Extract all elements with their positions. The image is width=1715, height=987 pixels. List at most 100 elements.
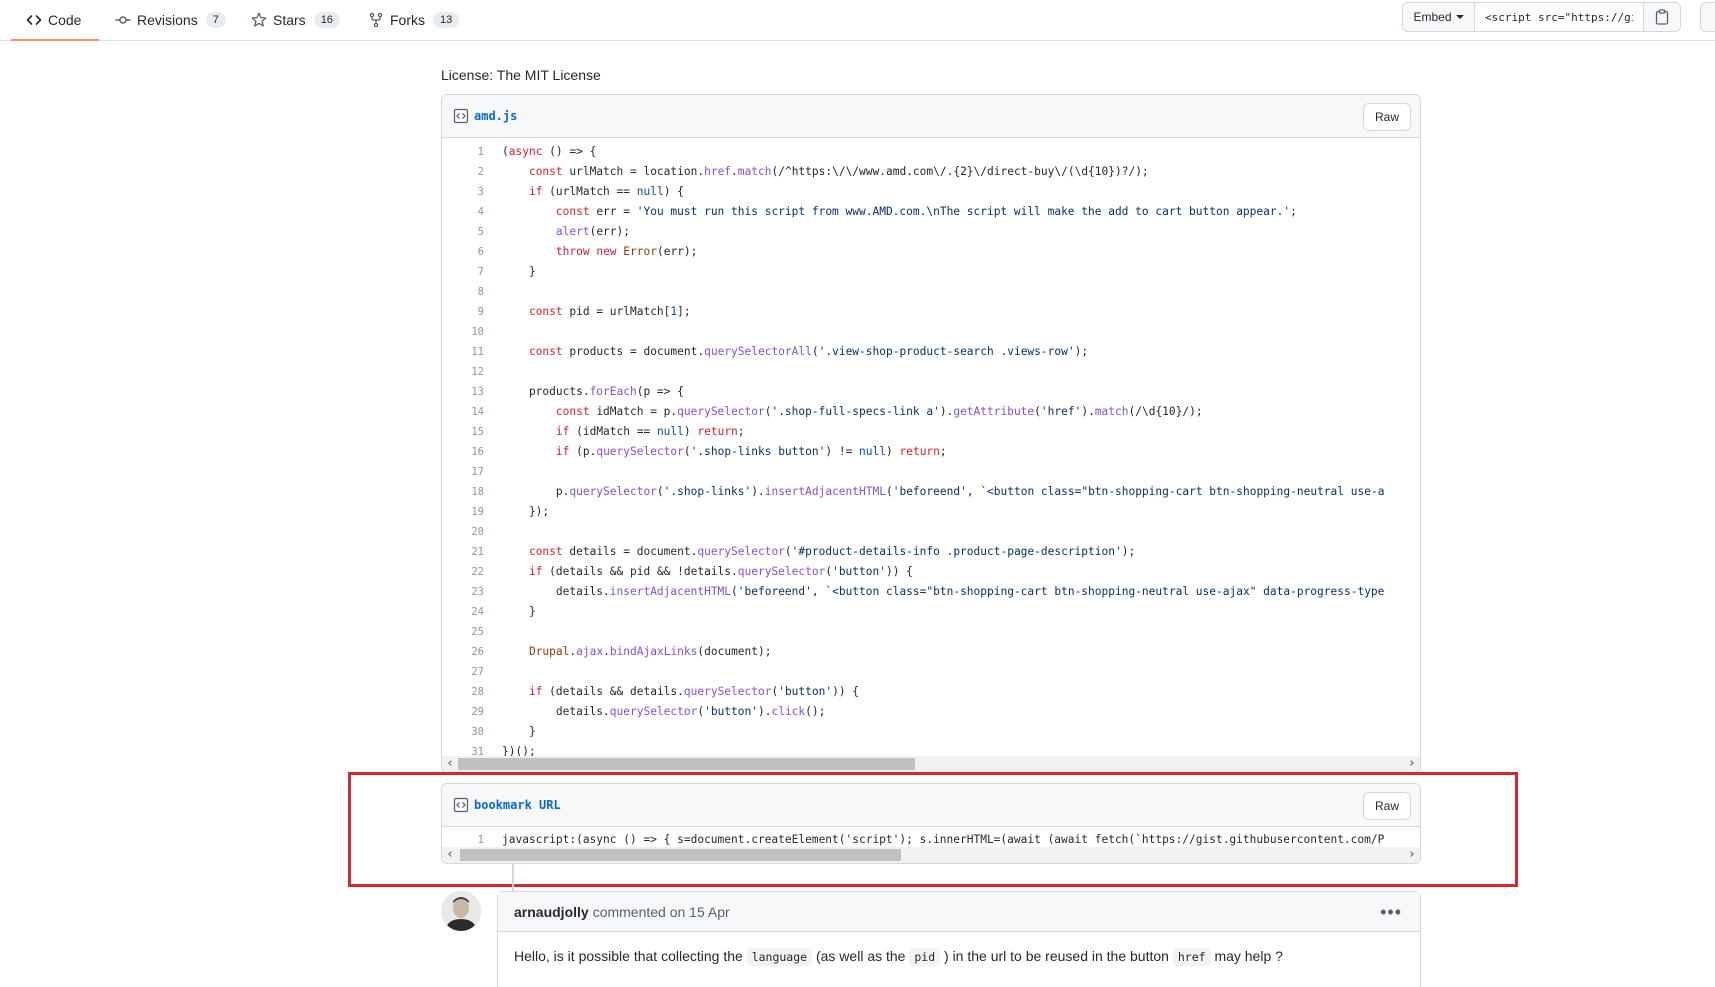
copy-button[interactable] — [1643, 3, 1680, 31]
comment-meta[interactable]: commented on 15 Apr — [593, 904, 730, 920]
line-number[interactable]: 19 — [442, 502, 484, 522]
line-content: const pid = urlMatch[1]; — [528, 305, 691, 318]
stars-count-badge: 16 — [313, 12, 340, 28]
raw-button[interactable]: Raw — [1363, 103, 1411, 131]
line-number[interactable]: 25 — [442, 622, 484, 642]
scroll-left-icon[interactable]: ‹ — [442, 756, 458, 772]
line-content — [484, 282, 502, 302]
forks-count-badge: 13 — [433, 12, 460, 28]
line-content: (async () => { — [502, 145, 597, 158]
comment-text: Hello, is it possible that collecting th… — [514, 948, 743, 964]
file-amd-js: amd.js Raw 1 (async () => { 2 const urlMat… — [441, 94, 1421, 773]
line-content: const idMatch = p.querySelector('.shop-f… — [555, 405, 1203, 418]
code-line: 2 const urlMatch = location.href.match(/… — [442, 162, 1420, 182]
code-line: 17 — [442, 462, 1420, 482]
line-number[interactable]: 21 — [442, 542, 484, 562]
line-content: throw new Error(err); — [555, 245, 698, 258]
code-line: 28 if (details && details.querySelector(… — [442, 682, 1420, 702]
code-line: 16 if (p.querySelector('.shop-links butt… — [442, 442, 1420, 462]
code-line: 18 p.querySelector('.shop-links').insert… — [442, 482, 1420, 502]
line-content: p.querySelector('.shop-links').insertAdj… — [502, 485, 1385, 498]
line-number[interactable]: 27 — [442, 662, 484, 682]
caret-down-icon — [1455, 15, 1464, 19]
embed-button-label: Embed — [1413, 10, 1452, 24]
tab-code[interactable]: Code — [11, 0, 99, 41]
code-line: 14 const idMatch = p.querySelector('.sho… — [442, 402, 1420, 422]
line-number[interactable]: 15 — [442, 422, 484, 442]
avatar[interactable] — [441, 891, 481, 931]
tab-revisions[interactable]: Revisions 7 — [115, 0, 226, 40]
code-line: 11 const products = document.querySelect… — [442, 342, 1420, 362]
code-line: 23 details.insertAdjacentHTML('beforeend… — [442, 582, 1420, 602]
code-line: 8 — [442, 282, 1420, 302]
kebab-menu-icon[interactable]: ••• — [1380, 902, 1402, 923]
line-content: products.forEach(p => { — [502, 385, 684, 398]
line-number[interactable]: 11 — [442, 342, 484, 362]
line-number[interactable]: 24 — [442, 602, 484, 622]
code-line: 3 if (urlMatch == null) { — [442, 182, 1420, 202]
line-number[interactable]: 12 — [442, 362, 484, 382]
line-number[interactable]: 29 — [442, 702, 484, 722]
code-line: 15 if (idMatch == null) return; — [442, 422, 1420, 442]
line-number[interactable]: 14 — [442, 402, 484, 422]
line-content: if (details && pid && !details.querySele… — [528, 565, 913, 578]
line-number[interactable]: 9 — [442, 302, 484, 322]
line-number[interactable]: 3 — [442, 182, 484, 202]
scrollbar-thumb[interactable] — [458, 758, 915, 770]
code-line: 7 } — [442, 262, 1420, 282]
line-number[interactable]: 18 — [442, 482, 484, 502]
line-number[interactable]: 13 — [442, 382, 484, 402]
embed-dropdown-button[interactable]: Embed — [1403, 3, 1475, 31]
tab-forks[interactable]: Forks 13 — [368, 0, 460, 40]
line-number[interactable]: 2 — [442, 162, 484, 182]
line-number[interactable]: 7 — [442, 262, 484, 282]
line-number[interactable]: 17 — [442, 462, 484, 482]
code-icon — [26, 14, 42, 25]
line-number[interactable]: 5 — [442, 222, 484, 242]
code-view: 1 (async () => { 2 const urlMatch = locati… — [442, 138, 1420, 762]
line-content — [484, 362, 502, 382]
line-content: alert(err); — [555, 225, 630, 238]
tab-stars-label: Stars — [273, 12, 306, 28]
code-line: 12 — [442, 362, 1420, 382]
code-line: 30 } — [442, 722, 1420, 742]
code-line: 10 — [442, 322, 1420, 342]
inline-code: language — [746, 948, 813, 966]
tab-stars[interactable]: Stars 16 — [251, 0, 340, 40]
line-number[interactable]: 20 — [442, 522, 484, 542]
line-number[interactable]: 4 — [442, 202, 484, 222]
revisions-count-badge: 7 — [205, 12, 226, 28]
embed-group: Embed — [1402, 2, 1681, 32]
file-name-link[interactable]: amd.js — [474, 109, 517, 123]
download-button[interactable] — [1700, 2, 1715, 32]
code-line: 20 — [442, 522, 1420, 542]
line-content: Drupal.ajax.bindAjaxLinks(document); — [528, 645, 772, 658]
line-number[interactable]: 28 — [442, 682, 484, 702]
line-number[interactable]: 6 — [442, 242, 484, 262]
code-line: 6 throw new Error(err); — [442, 242, 1420, 262]
horizontal-scrollbar[interactable]: ‹ › — [442, 756, 1420, 772]
inline-code: href — [1172, 948, 1211, 966]
line-number[interactable]: 23 — [442, 582, 484, 602]
file-header: amd.js Raw — [442, 95, 1420, 138]
line-number[interactable]: 8 — [442, 282, 484, 302]
embed-url-input[interactable] — [1475, 3, 1643, 31]
line-content — [484, 522, 502, 542]
license-text: License: The MIT License — [441, 67, 601, 83]
line-number[interactable]: 10 — [442, 322, 484, 342]
line-number[interactable]: 22 — [442, 562, 484, 582]
comment-body: Hello, is it possible that collecting th… — [498, 932, 1420, 981]
tab-code-label: Code — [48, 11, 82, 28]
tab-forks-label: Forks — [390, 12, 425, 28]
comment-text: may help ? — [1214, 948, 1283, 964]
line-number[interactable]: 16 — [442, 442, 484, 462]
line-content — [484, 662, 502, 682]
comment-author-link[interactable]: arnaudjolly — [514, 904, 589, 920]
tab-revisions-label: Revisions — [137, 12, 198, 28]
scroll-right-icon[interactable]: › — [1404, 756, 1420, 772]
line-number[interactable]: 1 — [442, 142, 484, 162]
code-line: 9 const pid = urlMatch[1]; — [442, 302, 1420, 322]
line-number[interactable]: 30 — [442, 722, 484, 742]
line-number[interactable]: 26 — [442, 642, 484, 662]
comment-text: (as well as the — [815, 948, 906, 964]
